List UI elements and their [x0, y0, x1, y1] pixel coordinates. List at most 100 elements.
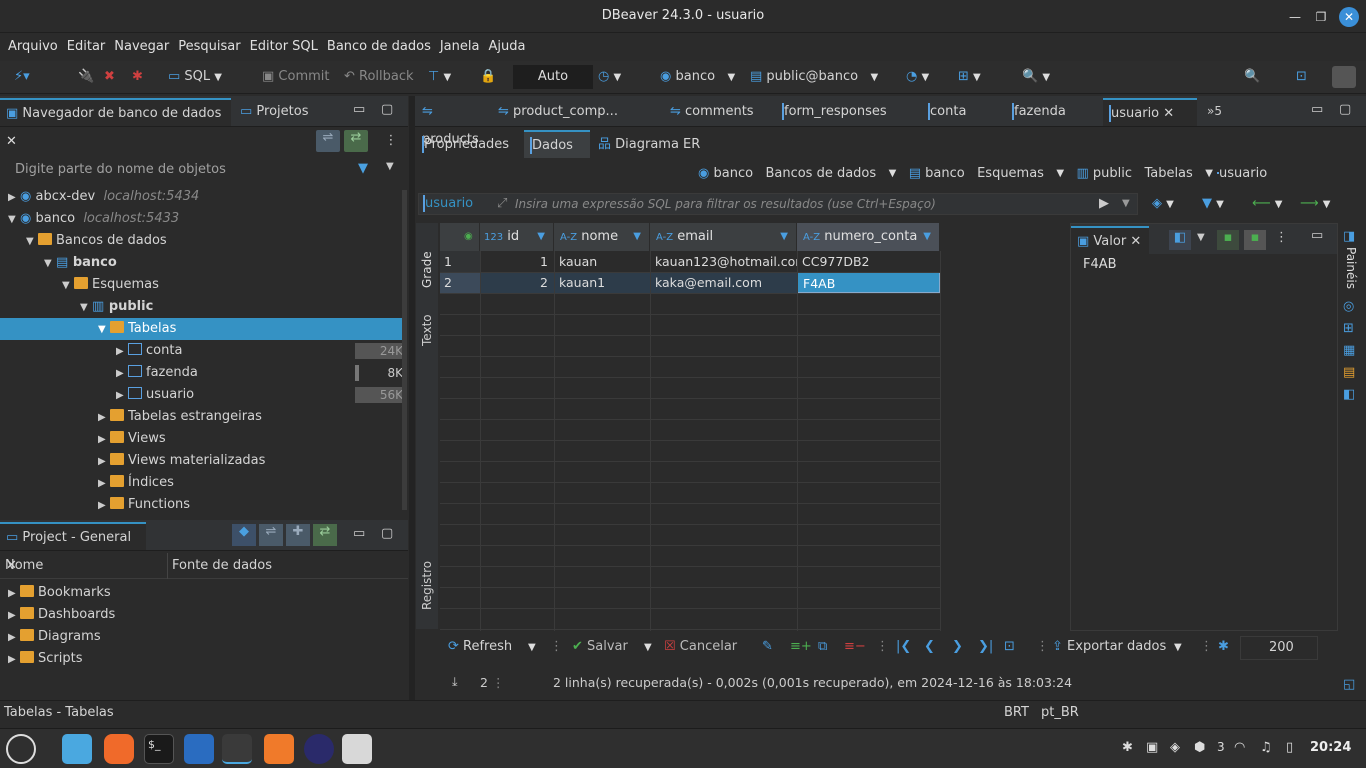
link-editor-icon[interactable]: ⇄ — [344, 130, 368, 152]
tree-item-esquemas[interactable]: ▼ Esquemas — [62, 274, 159, 296]
perspective-icon[interactable]: ⊡ — [1296, 69, 1307, 84]
chevron-down-icon[interactable]: ▼ — [1197, 232, 1205, 243]
row-number[interactable]: 1 — [440, 251, 480, 272]
menu-ajuda[interactable]: Ajuda — [488, 34, 525, 60]
terminal-icon[interactable]: $_ — [144, 734, 174, 764]
project-item-diagrams[interactable]: ▶ Diagrams — [8, 626, 101, 648]
dashboard-icon[interactable]: ◔ ▼ — [906, 69, 929, 84]
postman-icon[interactable] — [264, 734, 294, 764]
tree-item-banco-db[interactable]: ▼ ▤ banco — [44, 252, 117, 274]
sort-icon[interactable]: ▼ — [633, 223, 641, 251]
cell-nome[interactable]: kauan1 — [554, 272, 650, 293]
update-icon[interactable]: ⬢ — [1194, 740, 1205, 755]
tree-item-banco[interactable]: ▼ ◉ banco localhost:5433 — [8, 208, 179, 230]
datasource-selector[interactable]: ◉ banco ▼ — [660, 69, 735, 84]
tree-item-bancos-de-dados[interactable]: ▼ Bancos de dados — [26, 230, 167, 252]
firefox-icon[interactable] — [104, 734, 134, 764]
select-all-corner[interactable]: ◉ — [440, 223, 480, 251]
breadcrumb-item[interactable]: banco — [713, 166, 753, 181]
breadcrumb-item[interactable]: Bancos de dados — [765, 166, 876, 181]
back-icon[interactable]: ⟵ ▼ — [1252, 196, 1282, 211]
tab-fazenda[interactable]: fazenda — [1006, 98, 1088, 126]
transaction-mode-field[interactable]: Auto — [513, 65, 593, 89]
apply-filter-icon[interactable]: ▶ — [1099, 196, 1109, 211]
save-to-file-icon[interactable]: ▪ — [1244, 230, 1266, 250]
menu-editar[interactable]: Editar — [67, 34, 106, 60]
tab-project-general[interactable]: ▭ Project - General ✕ — [0, 522, 146, 573]
first-page-icon[interactable]: |❮ — [896, 639, 911, 654]
project-config-icon[interactable]: ◆ — [232, 524, 256, 546]
expand-filter-icon[interactable]: ⤢ — [497, 196, 507, 211]
panels-icon[interactable]: ◨ — [1343, 229, 1355, 244]
tab-comments[interactable]: ⇋ comments — [664, 98, 754, 126]
column-header-numero-conta[interactable]: A-Z numero_conta ▼ — [797, 223, 940, 251]
tree-item-usuario[interactable]: ▶ usuario — [116, 384, 194, 406]
minimize-button[interactable]: — — [1285, 7, 1305, 27]
lock-icon[interactable]: 🔒 — [480, 69, 496, 84]
calc-icon[interactable]: ▦ — [1343, 343, 1355, 358]
schema-selector[interactable]: ▤ public@banco ▼ — [750, 69, 878, 84]
cell-email[interactable]: kauan123@hotmail.com — [650, 251, 797, 272]
navigator-filter-input[interactable]: Digite parte do nome de objetos — [15, 162, 226, 177]
cell-id[interactable]: 1 — [480, 251, 554, 272]
menu-janela[interactable]: Janela — [440, 34, 480, 60]
minimize-icon[interactable]: ▭ — [1311, 102, 1323, 117]
eclipse-icon[interactable] — [304, 734, 334, 764]
battery-icon[interactable]: ▯ — [1286, 740, 1293, 755]
menu-navegar[interactable]: Navegar — [114, 34, 169, 60]
panels-tab[interactable]: Painéis — [1344, 247, 1358, 289]
rollback-button[interactable]: ↶ Rollback — [344, 69, 414, 84]
filter-input[interactable]: Insira uma expressão SQL para filtrar os… — [515, 197, 936, 211]
collapse-icon[interactable]: ⇌ — [259, 524, 283, 546]
invalidate-icon[interactable]: ✱ — [132, 69, 143, 84]
maximize-icon[interactable]: ▢ — [1339, 102, 1351, 117]
chevron-down-icon[interactable]: ▼ — [1056, 168, 1064, 179]
wifi-icon[interactable]: ◠ — [1234, 740, 1245, 755]
prev-page-icon[interactable]: ❮ — [924, 639, 935, 654]
close-icon[interactable]: ✕ — [6, 134, 17, 149]
save-button[interactable]: ✔ Salvar — [572, 639, 628, 654]
maximize-icon[interactable]: ▢ — [381, 526, 393, 541]
filter-icon[interactable]: ▼ ▼ — [1202, 196, 1224, 211]
plug-icon[interactable]: 🔌 — [78, 69, 94, 84]
layout-icon[interactable]: ◱ — [1343, 677, 1355, 692]
eraser-icon[interactable]: ◈ ▼ — [1152, 196, 1174, 211]
copy-row-icon[interactable]: ⧉ — [818, 639, 827, 654]
tab-products[interactable]: ⇋ products — [416, 98, 490, 147]
filter-bar[interactable]: usuario ⤢ Insira uma expressão SQL para … — [418, 193, 1138, 215]
more-tabs-button[interactable]: »5 — [1207, 104, 1222, 118]
tree-item-tabelas[interactable]: ▼ Tabelas — [0, 318, 406, 340]
sort-icon[interactable]: ▼ — [537, 223, 545, 251]
subtab-dados[interactable]: Dados — [524, 130, 590, 158]
chevron-down-icon[interactable]: ▼ — [644, 642, 652, 653]
tree-item-conta[interactable]: ▶ conta — [116, 340, 182, 362]
row-number[interactable]: 2 — [440, 272, 480, 293]
minimize-icon[interactable]: ▭ — [353, 526, 365, 541]
refresh-button[interactable]: ⟳ Refresh — [448, 639, 512, 654]
minimize-icon[interactable]: ▭ — [353, 102, 365, 117]
maximize-icon[interactable]: ▢ — [381, 102, 393, 117]
column-header-email[interactable]: A-Z email ▼ — [650, 223, 797, 251]
breadcrumb-item[interactable]: usuario — [1219, 166, 1267, 181]
search-tool-icon[interactable]: 🔍 ▼ — [1022, 69, 1050, 84]
tree-item-abcx-dev[interactable]: ▶ ◉ abcx-dev localhost:5434 — [8, 186, 199, 208]
shield-icon[interactable]: ◈ — [1170, 740, 1180, 755]
sound-icon[interactable]: ♫ — [1260, 740, 1272, 755]
tree-item-indices[interactable]: ▶ Índices — [98, 472, 174, 494]
timezone-indicator[interactable]: BRT — [1004, 705, 1029, 720]
save-value-icon[interactable]: ▪ — [1217, 230, 1239, 250]
export-button[interactable]: ⇪ Exportar dados — [1052, 639, 1166, 654]
project-item-bookmarks[interactable]: ▶ Bookmarks — [8, 582, 111, 604]
cell-nome[interactable]: kauan — [554, 251, 650, 272]
close-window-button[interactable]: ✕ — [1339, 7, 1359, 27]
tree-item-views[interactable]: ▶ Views — [98, 428, 166, 450]
edit-icon[interactable]: ✎ — [762, 639, 773, 654]
value-text[interactable]: F4AB — [1083, 257, 1117, 272]
sql-editor-button[interactable]: ▭ SQL ▼ — [168, 69, 222, 84]
commit-button[interactable]: ▣ Commit — [262, 69, 330, 84]
forward-icon[interactable]: ⟶ ▼ — [1300, 196, 1330, 211]
close-icon[interactable]: ✕ — [1163, 106, 1174, 121]
cancel-button[interactable]: ☒ Cancelar — [664, 639, 737, 654]
tree-scrollbar[interactable] — [402, 190, 407, 510]
tab-product-comp[interactable]: ⇋ product_comp... — [492, 98, 642, 126]
